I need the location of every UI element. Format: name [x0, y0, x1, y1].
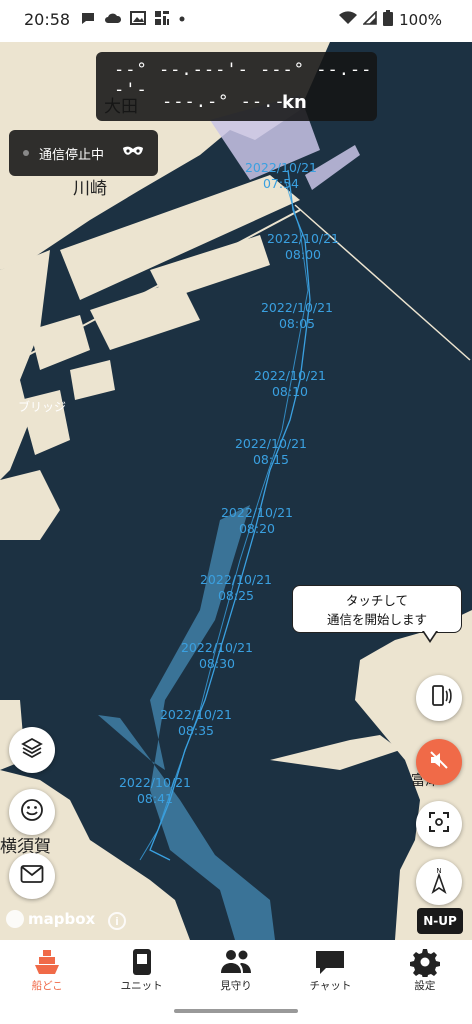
status-notification-icons	[80, 10, 186, 30]
gear-icon	[409, 946, 440, 978]
track-label: 2022/10/21 07:54	[244, 160, 318, 191]
compass-icon: N	[427, 866, 451, 898]
track-label: 2022/10/21 08:15	[234, 436, 308, 467]
nav-item-ship[interactable]: 船どこ	[0, 940, 94, 996]
track-label: 2022/10/21 08:00	[266, 231, 340, 262]
cloud-icon	[104, 10, 122, 30]
nav-label-unit: ユニット	[120, 980, 163, 992]
phone-vibrate-icon	[426, 684, 452, 712]
place-label-bridge: ブリッジ	[18, 400, 67, 414]
orientation-badge[interactable]: N-UP	[417, 908, 463, 934]
status-bar: 20:58 100%	[0, 0, 472, 42]
nav-label-ship: 船どこ	[31, 980, 63, 992]
focus-button[interactable]	[416, 801, 462, 847]
status-system-icons: 100%	[339, 10, 442, 30]
map-view[interactable]: 大田 川崎 横須賀 富津 ブリッジ 2022/10/2107:54 2022/1…	[0, 42, 472, 940]
chat-bubble-icon	[80, 10, 96, 30]
status-time: 20:58	[24, 10, 71, 29]
mail-button[interactable]	[9, 853, 55, 899]
place-label-kawasaki: 川崎	[73, 179, 107, 199]
track-label: 2022/10/21 08:20	[220, 505, 294, 536]
ship-icon	[32, 946, 62, 978]
nav-label-settings: 設定	[414, 980, 436, 992]
attribution-info-icon[interactable]: i	[108, 912, 126, 930]
comm-status-label: 通信停止中	[39, 147, 105, 163]
home-indicator[interactable]	[174, 1009, 298, 1013]
gallery-icon	[130, 10, 146, 30]
smiley-button[interactable]	[9, 789, 55, 835]
focus-icon	[427, 810, 451, 838]
mapbox-logo-icon	[6, 910, 24, 928]
start-comm-tooltip[interactable]: タッチして 通信を開始します	[292, 585, 462, 633]
gps-readout-panel: --° --.---'- ---° --.---'- ---.-° --.- k…	[96, 52, 377, 121]
nav-label-chat: チャット	[309, 980, 352, 992]
mute-button[interactable]	[416, 739, 462, 785]
nav-item-chat[interactable]: チャット	[283, 940, 377, 996]
comm-status-dot	[23, 150, 29, 156]
mask-icon	[122, 144, 144, 164]
track-label: 2022/10/21 08:30	[180, 640, 254, 671]
comm-status-badge[interactable]: 通信停止中	[9, 130, 158, 176]
wifi-icon	[339, 11, 358, 29]
start-comm-button[interactable]	[416, 675, 462, 721]
tooltip-tail-inner	[424, 631, 436, 640]
track-label: 2022/10/21 08:10	[253, 368, 327, 399]
gesture-bar-area	[0, 996, 472, 1024]
mapbox-logo[interactable]: mapbox	[6, 910, 95, 928]
nav-label-watch: 見守り	[220, 980, 252, 992]
track-label: 2022/10/21 08:41	[118, 775, 192, 806]
gps-speed: ---.-° --.-	[162, 92, 286, 112]
battery-percent: 100%	[399, 11, 442, 29]
nav-item-unit[interactable]: ユニット	[94, 940, 188, 996]
battery-icon	[383, 10, 394, 30]
people-icon	[219, 946, 253, 978]
bottom-nav: 船どこ ユニット 見守り チャット 設定	[0, 940, 472, 996]
gps-speed-unit: kn	[282, 92, 307, 113]
unit-icon	[130, 946, 154, 978]
signal-icon	[362, 10, 377, 29]
app-icon	[154, 10, 170, 30]
compass-button[interactable]: N	[416, 859, 462, 905]
track-label: 2022/10/21 08:05	[260, 300, 334, 331]
nav-item-settings[interactable]: 設定	[378, 940, 472, 996]
mail-icon	[20, 864, 44, 888]
layers-icon	[20, 736, 44, 764]
chat-icon	[314, 946, 346, 978]
tooltip-line2: 通信を開始します	[326, 612, 427, 627]
tooltip-line1: タッチして	[345, 593, 409, 608]
nav-item-watch[interactable]: 見守り	[189, 940, 283, 996]
smiley-icon	[19, 797, 45, 827]
dot-icon	[178, 10, 186, 30]
layers-button[interactable]	[9, 727, 55, 773]
track-label: 2022/10/21 08:25	[199, 572, 273, 603]
track-label: 2022/10/21 08:35	[159, 707, 233, 738]
mute-icon	[427, 748, 451, 776]
